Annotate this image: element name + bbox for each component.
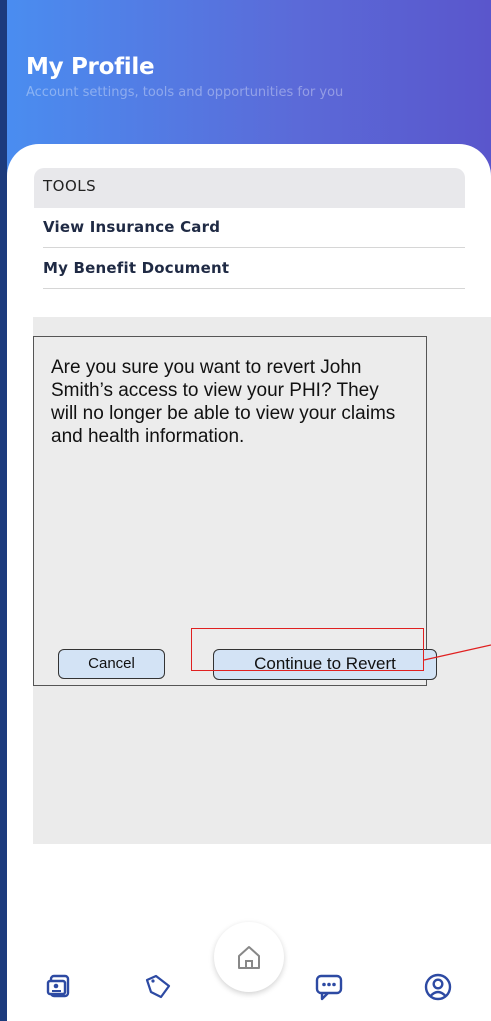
profile-icon[interactable] <box>423 972 453 1002</box>
device-frame: My Profile Account settings, tools and o… <box>0 0 491 1021</box>
id-card-icon[interactable] <box>45 972 75 1002</box>
app-screen: My Profile Account settings, tools and o… <box>7 0 491 1021</box>
home-button[interactable] <box>214 922 284 992</box>
chat-icon[interactable] <box>314 972 344 1002</box>
annotation-callout-line <box>423 644 491 661</box>
tag-icon[interactable] <box>143 972 173 1002</box>
home-icon <box>238 946 260 969</box>
